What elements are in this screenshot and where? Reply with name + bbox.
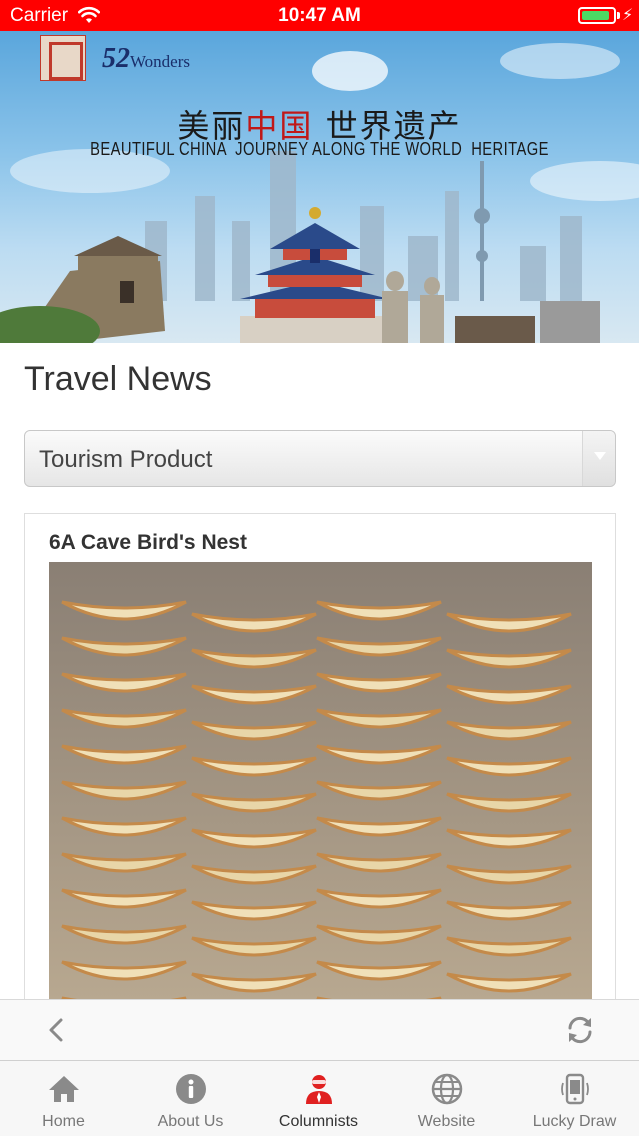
tab-home[interactable]: Home (0, 1061, 127, 1136)
app-screen: Carrier 10:47 AM ⚡ 52Wonders 美丽中国 世界遗产 B… (0, 0, 639, 1136)
wonders-logo-number: 52 (102, 43, 130, 74)
info-icon (176, 1074, 206, 1104)
tab-lucky-draw[interactable]: Lucky Draw (511, 1061, 638, 1136)
battery-level (582, 11, 609, 20)
category-select-value: Tourism Product (39, 446, 213, 473)
tab-columnists[interactable]: Columnists (255, 1061, 382, 1136)
beautiful-china-logo (40, 35, 86, 81)
battery-cap (617, 12, 620, 19)
tab-about-us[interactable]: About Us (127, 1061, 254, 1136)
charging-icon: ⚡ (622, 7, 634, 24)
browser-toolbar (0, 999, 639, 1060)
wonders-logo: 52Wonders (102, 43, 190, 75)
skyline-illustration (0, 43, 639, 343)
status-time: 10:47 AM (278, 5, 361, 26)
battery-icon (578, 7, 616, 24)
status-bar: Carrier 10:47 AM ⚡ (0, 0, 639, 31)
tab-label-website: Website (417, 1113, 476, 1130)
birds-nest-photo (49, 562, 592, 1002)
banner-title-en: BEAUTIFUL CHINA JOURNEY ALONG THE WORLD … (90, 139, 549, 159)
article-card[interactable]: 6A Cave Bird's Nest (24, 513, 616, 1033)
tab-website[interactable]: Website (383, 1061, 510, 1136)
tab-bar: Home About Us Columnists Website Lucky D… (0, 1060, 639, 1136)
page-title: Travel News (24, 360, 212, 398)
phone-draw-icon (561, 1073, 589, 1105)
chevron-down-icon (594, 452, 606, 460)
home-icon (49, 1076, 79, 1102)
article-photo[interactable] (49, 562, 592, 1002)
person-icon (306, 1075, 332, 1104)
wonders-logo-word: Wonders (130, 52, 191, 71)
tab-label-home: Home (42, 1113, 85, 1130)
category-select[interactable]: Tourism Product (24, 430, 616, 487)
tab-label-lucky-draw: Lucky Draw (532, 1113, 617, 1130)
tab-label-columnists: Columnists (278, 1113, 359, 1130)
globe-icon (431, 1073, 463, 1105)
tab-label-about-us: About Us (157, 1113, 224, 1130)
refresh-icon[interactable] (564, 1014, 596, 1046)
dropdown-toggle[interactable] (582, 431, 615, 486)
heritage-banner: 52Wonders 美丽中国 世界遗产 BEAUTIFUL CHINA JOUR… (0, 31, 639, 343)
chevron-left-icon[interactable] (44, 1014, 68, 1046)
article-title[interactable]: 6A Cave Bird's Nest (49, 531, 247, 555)
